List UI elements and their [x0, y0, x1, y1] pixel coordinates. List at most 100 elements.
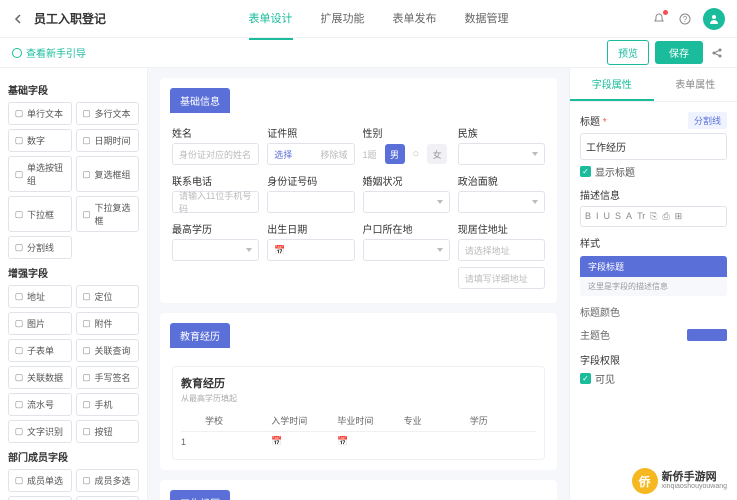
field-icon: ▢: [82, 319, 92, 329]
checkbox-icon: ✓: [580, 373, 591, 384]
form-field[interactable]: 政治面貌: [458, 173, 545, 213]
date-input[interactable]: 📅: [267, 239, 354, 261]
field-chip[interactable]: ▢地址: [8, 285, 72, 308]
toolbar-item[interactable]: ⊞: [675, 211, 683, 222]
style-preview-title[interactable]: 字段标题: [580, 256, 727, 277]
field-chip[interactable]: ▢单行文本: [8, 102, 72, 125]
cell-end[interactable]: 📅: [337, 436, 403, 447]
text-input[interactable]: 身份证对应的姓名: [172, 143, 259, 165]
select-input[interactable]: [172, 239, 259, 261]
form-field[interactable]: 民族: [458, 125, 545, 165]
tab-extend[interactable]: 扩展功能: [321, 0, 365, 40]
form-field[interactable]: 性别1题男○女: [363, 125, 450, 165]
subform-education[interactable]: 教育经历 从最高学历填起 学校 入学时间 毕业时间 专业 学历 1 📅: [172, 366, 545, 460]
field-chip[interactable]: ▢部门多选: [76, 496, 140, 500]
text-input[interactable]: 请选择地址: [458, 239, 545, 261]
cell-start[interactable]: 📅: [271, 436, 337, 447]
tab-publish[interactable]: 表单发布: [393, 0, 437, 40]
share-icon[interactable]: [709, 45, 725, 61]
toolbar-item[interactable]: U: [604, 211, 611, 222]
toolbar-item[interactable]: I: [596, 211, 599, 222]
form-field[interactable]: 联系电话请输入11位手机号码: [172, 173, 259, 213]
rich-toolbar: BIUSA Tr ⎘ ⎙ ⊞: [580, 206, 727, 227]
theme-color-swatch[interactable]: [687, 329, 727, 341]
save-button[interactable]: 保存: [655, 41, 703, 64]
select-input[interactable]: [458, 191, 545, 213]
field-chip[interactable]: ▢部门单选: [8, 496, 72, 500]
tab-field-props[interactable]: 字段属性: [570, 68, 654, 101]
field-chip[interactable]: ▢图片: [8, 312, 72, 335]
form-field[interactable]: 现居住地址请选择地址请填写详细地址: [458, 221, 545, 289]
field-chip[interactable]: ▢关联查询: [76, 339, 140, 362]
field-chip[interactable]: ▢数字: [8, 129, 72, 152]
help-icon[interactable]: ?: [677, 11, 693, 27]
divider-button[interactable]: 分割线: [688, 112, 727, 129]
text-input[interactable]: 请填写详细地址: [458, 267, 545, 289]
select-input[interactable]: [363, 239, 450, 261]
section-header[interactable]: 教育经历: [170, 323, 230, 348]
table-row[interactable]: 1 📅 📅: [181, 432, 536, 451]
field-chip[interactable]: ▢成员多选: [76, 469, 140, 492]
field-label: 婚姻状况: [363, 173, 450, 188]
field-chip[interactable]: ▢成员单选: [8, 469, 72, 492]
tab-data[interactable]: 数据管理: [465, 0, 509, 40]
form-field[interactable]: 身份证号码: [267, 173, 354, 213]
field-chip[interactable]: ▢子表单: [8, 339, 72, 362]
field-icon: ▢: [82, 169, 92, 179]
upload-field[interactable]: 选择 移除域: [267, 143, 354, 165]
back-icon[interactable]: [12, 12, 26, 26]
toolbar-item[interactable]: S: [615, 211, 621, 222]
field-chip[interactable]: ▢按钮: [76, 420, 140, 443]
tab-form-props[interactable]: 表单属性: [654, 68, 737, 101]
show-title-label: 显示标题: [595, 164, 635, 179]
section-education: 教育经历 教育经历 从最高学历填起 学校 入学时间 毕业时间 专业 学历 1: [160, 313, 557, 470]
property-panel: 字段属性 表单属性 标题 * 分割线 工作经历 ✓ 显示标题 描述信息 BIUS…: [569, 68, 737, 500]
page-title: 员工入职登记: [34, 10, 106, 27]
toolbar-item[interactable]: Tr: [637, 211, 645, 222]
field-chip[interactable]: ▢文字识别: [8, 420, 72, 443]
field-label: 单行文本: [27, 107, 63, 120]
field-chip[interactable]: ▢下拉复选框: [76, 196, 140, 232]
field-chip[interactable]: ▢多行文本: [76, 102, 140, 125]
field-chip[interactable]: ▢定位: [76, 285, 140, 308]
field-icon: ▢: [14, 136, 24, 146]
field-chip[interactable]: ▢单选按钮组: [8, 156, 72, 192]
field-chip[interactable]: ▢附件: [76, 312, 140, 335]
form-field[interactable]: 出生日期 📅: [267, 221, 354, 289]
field-chip[interactable]: ▢手写签名: [76, 366, 140, 389]
form-field[interactable]: 姓名身份证对应的姓名: [172, 125, 259, 165]
section-header[interactable]: 基础信息: [170, 88, 230, 113]
field-chip[interactable]: ▢复选框组: [76, 156, 140, 192]
toolbar-item[interactable]: ⎘: [650, 211, 657, 222]
toolbar-item[interactable]: A: [626, 211, 632, 222]
text-input[interactable]: 请输入11位手机号码: [172, 191, 259, 213]
field-label: 文字识别: [27, 425, 63, 438]
field-chip[interactable]: ▢日期时间: [76, 129, 140, 152]
field-chip[interactable]: ▢分割线: [8, 236, 72, 259]
avatar[interactable]: [703, 8, 725, 30]
text-input[interactable]: [267, 191, 354, 213]
bell-icon[interactable]: [651, 11, 667, 27]
form-field[interactable]: 婚姻状况: [363, 173, 450, 213]
title-input[interactable]: 工作经历: [580, 133, 727, 160]
field-icon: ▢: [82, 346, 92, 356]
toolbar-item[interactable]: ⎙: [662, 211, 669, 222]
field-chip[interactable]: ▢关联数据: [8, 366, 72, 389]
radio-option[interactable]: 男: [385, 144, 405, 164]
form-field[interactable]: 最高学历: [172, 221, 259, 289]
visible-checkbox[interactable]: ✓ 可见: [580, 371, 727, 386]
show-title-checkbox[interactable]: ✓ 显示标题: [580, 164, 727, 179]
tab-design[interactable]: 表单设计: [249, 0, 293, 40]
radio-option[interactable]: 女: [427, 144, 447, 164]
field-chip[interactable]: ▢手机: [76, 393, 140, 416]
select-input[interactable]: [363, 191, 450, 213]
section-header[interactable]: 工作经历: [170, 490, 230, 500]
field-chip[interactable]: ▢下拉框: [8, 196, 72, 232]
guide-link[interactable]: 查看新手引导: [12, 45, 86, 60]
toolbar-item[interactable]: B: [585, 211, 591, 222]
form-field[interactable]: 户口所在地: [363, 221, 450, 289]
select-input[interactable]: [458, 143, 545, 165]
preview-button[interactable]: 预览: [607, 40, 649, 65]
form-field[interactable]: 证件照选择 移除域: [267, 125, 354, 165]
field-chip[interactable]: ▢流水号: [8, 393, 72, 416]
